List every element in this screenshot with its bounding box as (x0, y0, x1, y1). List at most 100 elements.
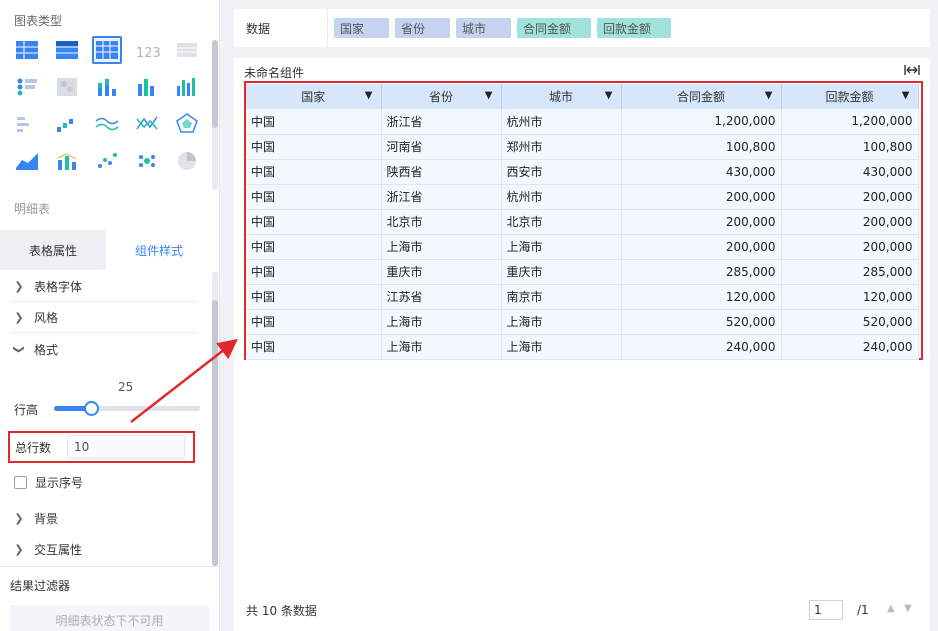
row-height-slider-handle[interactable] (84, 401, 99, 416)
pie-chart-icon[interactable] (172, 147, 202, 175)
number-card-icon[interactable]: 123 (132, 36, 162, 64)
column-header-label: 城市 (548, 90, 573, 104)
table-body: 中国 浙江省 杭州市 1,200,000 1,200,000 中国 河南省 郑州市 100,80… (246, 109, 919, 360)
table-row[interactable]: 中国 浙江省 杭州市 200,000 200,000 (246, 184, 919, 210)
table-row[interactable]: 中国 上海市 上海市 240,000 240,000 (246, 334, 919, 360)
table-cell: 南京市 (501, 284, 622, 310)
prop-format[interactable]: ❯ 格式 (10, 334, 198, 364)
sort-dropdown-icon[interactable]: ▼ (605, 90, 613, 101)
table-basic-icon[interactable] (12, 36, 42, 64)
table-detail-icon[interactable] (172, 36, 202, 64)
line-cross-icon[interactable] (132, 110, 162, 138)
stacked-bar-icon[interactable] (92, 73, 122, 101)
radar-icon[interactable] (172, 110, 202, 138)
field-pill-city[interactable]: 城市 (456, 18, 511, 38)
table-cell: 430,000 (621, 159, 782, 185)
table-cell: 郑州市 (501, 134, 622, 160)
table-cell: 上海市 (381, 309, 502, 335)
page-up-icon[interactable]: ▲ (887, 603, 895, 614)
heatmap-icon[interactable] (52, 73, 82, 101)
table-row[interactable]: 中国 浙江省 杭州市 1,200,000 1,200,000 (246, 109, 919, 135)
chevron-right-icon: ❯ (14, 542, 24, 556)
table-row[interactable]: 中国 陕西省 西安市 430,000 430,000 (246, 159, 919, 185)
table-cell: 浙江省 (381, 184, 502, 210)
properties-scroll-thumb[interactable] (212, 300, 218, 566)
field-pill-province[interactable]: 省份 (395, 18, 450, 38)
table-cell: 200,000 (781, 234, 919, 260)
prop-format-label: 格式 (34, 342, 59, 357)
table-cell: 上海市 (501, 309, 622, 335)
line-wave-icon[interactable] (92, 110, 122, 138)
table-cell: 中国 (246, 109, 382, 135)
sort-dropdown-icon[interactable]: ▼ (902, 90, 910, 101)
bar-chart-icon[interactable] (132, 73, 162, 101)
table-row[interactable]: 中国 重庆市 重庆市 285,000 285,000 (246, 259, 919, 285)
field-pill-country[interactable]: 国家 (334, 18, 389, 38)
table-cell: 中国 (246, 259, 382, 285)
table-header-row: 国家 ▼ 省份 ▼ 城市 ▼ 合同金额 ▼ 回款金额 ▼ (246, 84, 919, 109)
waterfall-icon[interactable] (52, 110, 82, 138)
bar-matrix-icon[interactable] (12, 110, 42, 138)
page-down-icon[interactable]: ▼ (904, 603, 912, 614)
table-group-icon[interactable] (52, 36, 82, 64)
combo-chart-icon[interactable] (52, 147, 82, 175)
field-pill-contract-amount[interactable]: 合同金额 (517, 18, 591, 38)
component-title: 未命名组件 (244, 66, 305, 80)
table-cell: 上海市 (381, 234, 502, 260)
prop-style-label: 风格 (34, 311, 59, 325)
column-header-city[interactable]: 城市 ▼ (501, 84, 622, 109)
prop-table-font[interactable]: ❯ 表格字体 (10, 272, 198, 302)
table-cell: 430,000 (781, 159, 919, 185)
total-rows-input[interactable]: 10 (67, 435, 185, 459)
table-cell: 100,800 (781, 134, 919, 160)
table-cross-icon[interactable] (92, 36, 122, 64)
data-field-bar: 数据 国家 省份 城市 合同金额 回款金额 (234, 9, 930, 47)
sort-dropdown-icon[interactable]: ▼ (765, 90, 773, 101)
prop-style[interactable]: ❯ 风格 (10, 303, 198, 333)
column-header-contract-amount[interactable]: 合同金额 ▼ (621, 84, 782, 109)
expand-width-icon[interactable] (904, 64, 920, 79)
tab-table-properties[interactable]: 表格属性 (0, 230, 106, 270)
show-index-option[interactable]: 显示序号 (14, 474, 83, 491)
field-pill-payment-amount[interactable]: 回款金额 (597, 18, 671, 38)
table-cell: 上海市 (501, 334, 622, 360)
total-rows-field: 总行数 10 (8, 431, 195, 463)
prop-interaction[interactable]: ❯ 交互属性 (10, 534, 198, 564)
show-index-checkbox[interactable] (14, 476, 27, 489)
sort-dropdown-icon[interactable]: ▼ (485, 90, 493, 101)
column-header-province[interactable]: 省份 ▼ (381, 84, 502, 109)
column-header-country[interactable]: 国家 ▼ (246, 84, 382, 109)
table-cell: 上海市 (501, 234, 622, 260)
table-cell: 北京市 (381, 209, 502, 235)
page-number-input[interactable]: 1 (809, 600, 843, 620)
column-header-label: 回款金额 (825, 90, 874, 104)
table-cell: 杭州市 (501, 184, 622, 210)
table-row[interactable]: 中国 上海市 上海市 520,000 520,000 (246, 309, 919, 335)
row-height-label: 行高 (14, 403, 39, 417)
bubble-icon[interactable] (132, 147, 162, 175)
table-cell: 200,000 (781, 184, 919, 210)
detail-table: 国家 ▼ 省份 ▼ 城市 ▼ 合同金额 ▼ 回款金额 ▼ 中国 浙江省 杭州市 1,200,00… (246, 84, 919, 360)
area-chart-icon[interactable] (12, 147, 42, 175)
column-chart-icon[interactable] (172, 73, 202, 101)
table-cell: 200,000 (621, 209, 782, 235)
prop-background[interactable]: ❯ 背景 (10, 503, 198, 533)
chart-type-scroll-thumb[interactable] (212, 40, 218, 128)
table-row[interactable]: 中国 北京市 北京市 200,000 200,000 (246, 209, 919, 235)
table-cell: 240,000 (621, 334, 782, 360)
tab-component-style[interactable]: 组件样式 (106, 230, 212, 270)
table-cell: 200,000 (621, 184, 782, 210)
column-header-label: 国家 (301, 90, 326, 104)
table-cell: 上海市 (381, 334, 502, 360)
scatter-icon[interactable] (92, 147, 122, 175)
table-cell: 中国 (246, 184, 382, 210)
sort-dropdown-icon[interactable]: ▼ (365, 90, 373, 101)
chevron-down-icon: ❯ (12, 344, 26, 354)
table-cell: 江苏省 (381, 284, 502, 310)
dot-matrix-icon[interactable] (12, 73, 42, 101)
column-header-payment-amount[interactable]: 回款金额 ▼ (781, 84, 919, 109)
table-cell: 285,000 (781, 259, 919, 285)
table-row[interactable]: 中国 上海市 上海市 200,000 200,000 (246, 234, 919, 260)
table-row[interactable]: 中国 江苏省 南京市 120,000 120,000 (246, 284, 919, 310)
table-row[interactable]: 中国 河南省 郑州市 100,800 100,800 (246, 134, 919, 160)
